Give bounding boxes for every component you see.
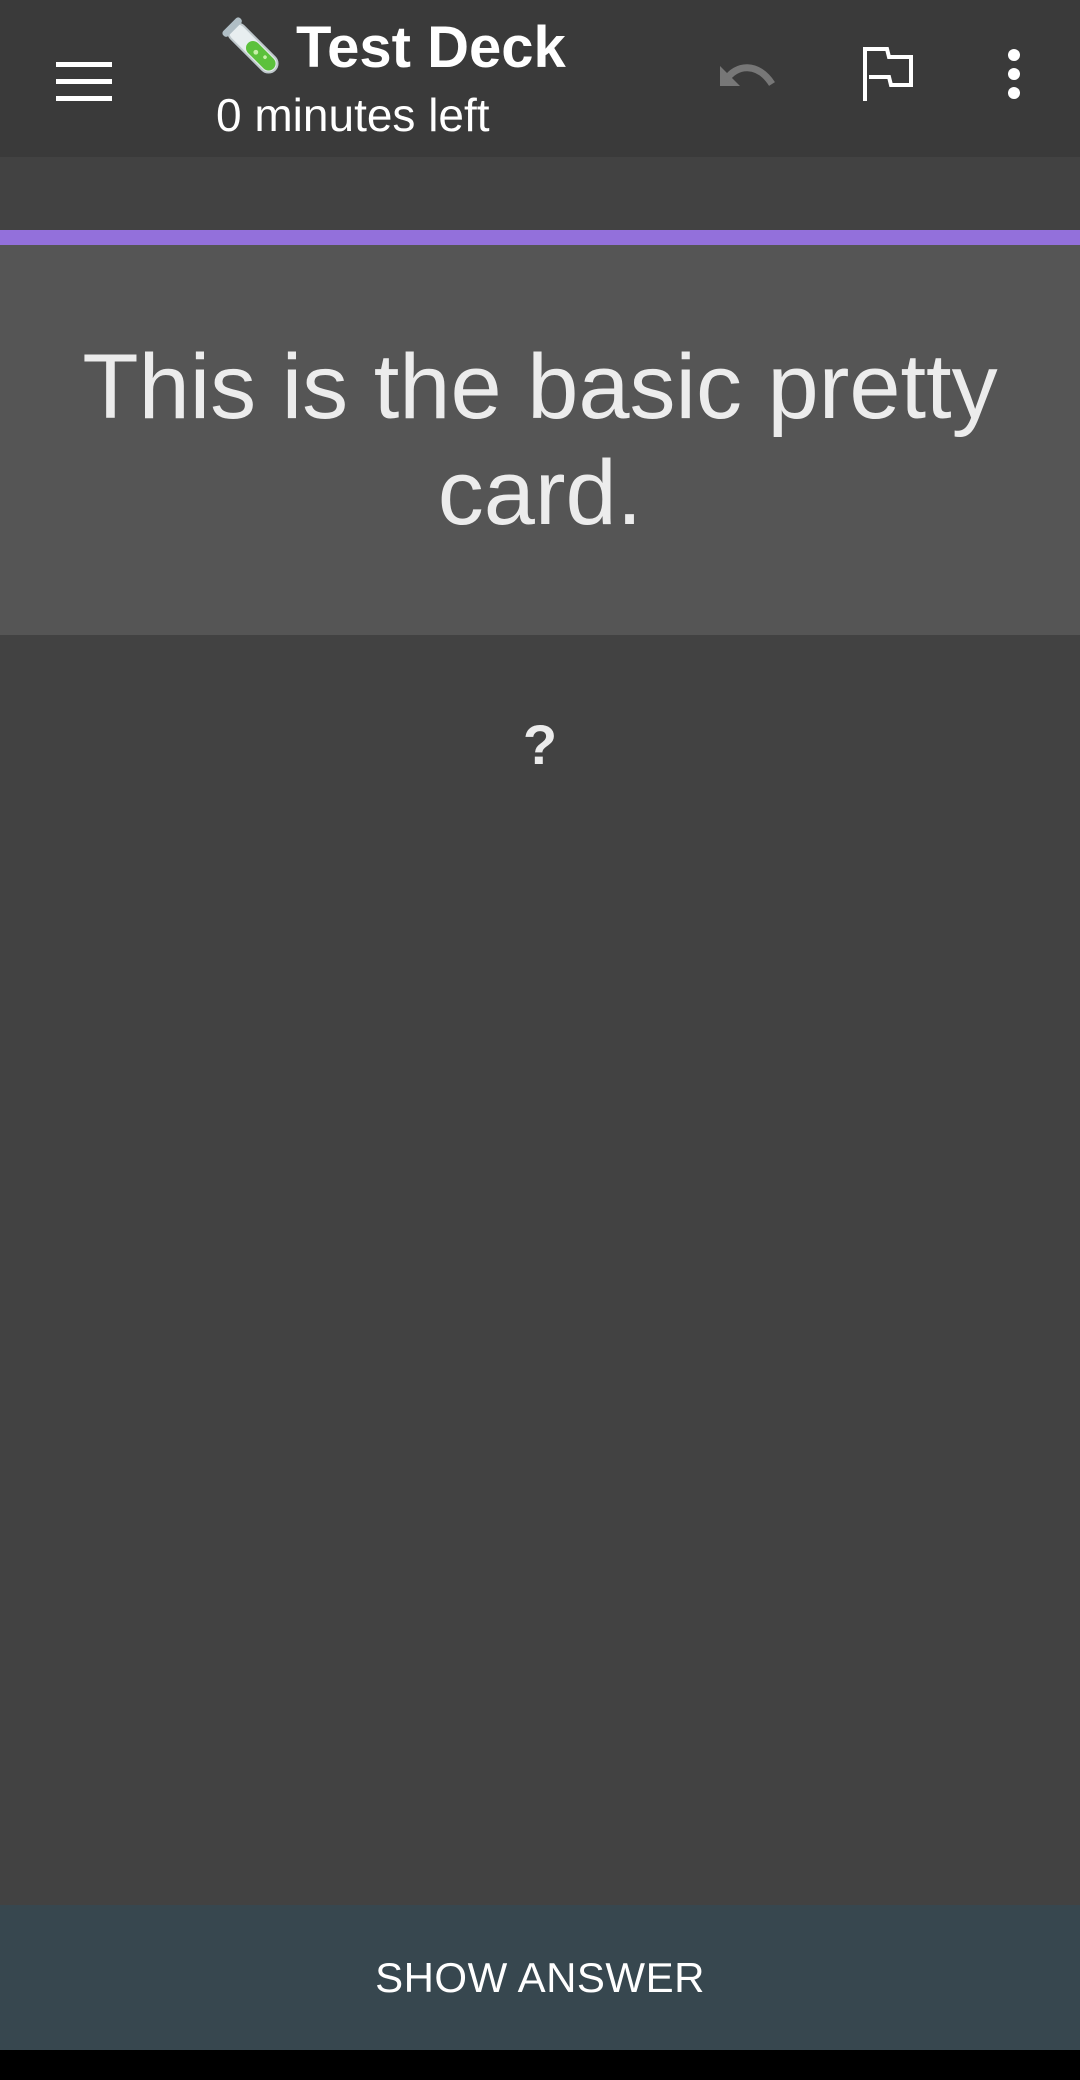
test-tube-icon xyxy=(222,17,279,74)
show-answer-button[interactable]: SHOW ANSWER xyxy=(0,1905,1080,2050)
more-vert-icon xyxy=(1008,49,1020,99)
undo-icon xyxy=(720,64,775,87)
navigation-drawer-button[interactable] xyxy=(34,32,134,132)
card-question-text: This is the basic pretty card. xyxy=(82,336,998,544)
answer-placeholder: ? xyxy=(522,713,558,776)
flag-icon xyxy=(863,47,913,101)
deck-title: Test Deck xyxy=(296,15,566,80)
undo-button[interactable] xyxy=(694,24,794,124)
toolbar-title-block: Test Deck 0 minutes left xyxy=(216,8,676,148)
card-top-spacer xyxy=(0,157,1080,230)
card-accent-bar xyxy=(0,230,1080,245)
card-question-area: This is the basic pretty card. xyxy=(0,245,1080,635)
hamburger-menu-icon xyxy=(56,62,112,101)
time-remaining-text: 0 minutes left xyxy=(216,89,490,141)
system-navigation-bar xyxy=(0,2050,1080,2080)
flag-card-button[interactable] xyxy=(838,24,938,124)
overflow-menu-button[interactable] xyxy=(964,24,1064,124)
top-toolbar: Test Deck 0 minutes left xyxy=(0,0,1080,157)
